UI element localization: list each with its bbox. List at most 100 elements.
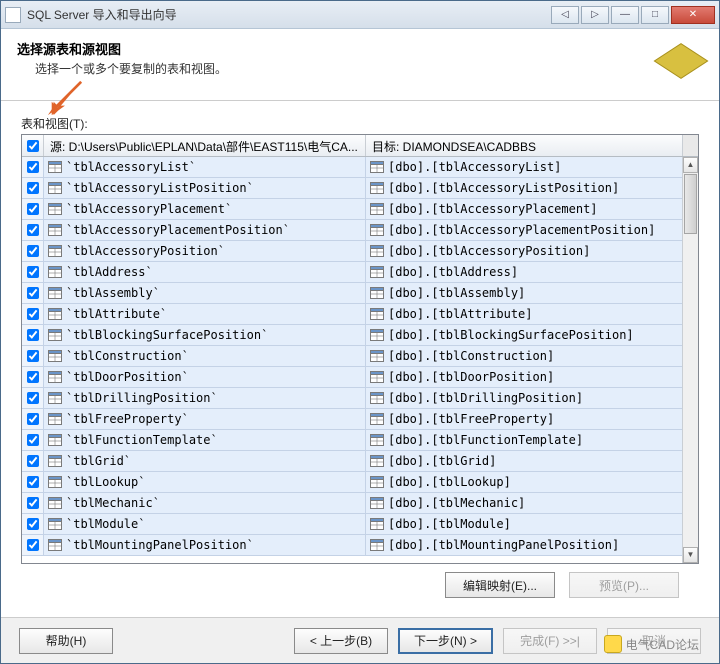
scroll-up-icon[interactable]: ▲ [683, 157, 698, 173]
target-cell[interactable]: [dbo].[tblFreeProperty] [366, 409, 682, 429]
page-subtitle: 选择一个或多个要复制的表和视图。 [35, 60, 659, 77]
table-row[interactable]: `tblAccessoryPlacement` [dbo].[tblAccesso… [22, 199, 682, 220]
minimize-button[interactable]: — [611, 6, 639, 24]
table-row[interactable]: `tblGrid` [dbo].[tblGrid] [22, 451, 682, 472]
row-checkbox[interactable] [22, 220, 44, 240]
source-table-name: `tblDoorPosition` [66, 370, 189, 384]
table-row[interactable]: `tblModule`[dbo].[tblModule] [22, 514, 682, 535]
table-row[interactable]: `tblAccessoryPlacementPosition` [dbo].[tb… [22, 220, 682, 241]
row-checkbox[interactable] [22, 262, 44, 282]
close-button[interactable]: ✕ [671, 6, 715, 24]
table-row[interactable]: `tblConstruction` [dbo].[tblConstruction] [22, 346, 682, 367]
target-table-name: [dbo].[tblConstruction] [388, 349, 554, 363]
source-table-name: `tblAccessoryPlacementPosition` [66, 223, 290, 237]
row-checkbox[interactable] [22, 325, 44, 345]
row-checkbox[interactable] [22, 283, 44, 303]
section-label: 表和视图(T): [21, 115, 699, 132]
source-table-name: `tblMountingPanelPosition` [66, 538, 254, 552]
table-row[interactable]: `tblMountingPanelPosition` [dbo].[tblMoun… [22, 535, 682, 556]
target-table-name: [dbo].[tblAccessoryPlacementPosition] [388, 223, 655, 237]
table-row[interactable]: `tblFunctionTemplate`[dbo].[tblFunctionT… [22, 430, 682, 451]
target-table-name: [dbo].[tblAttribute] [388, 307, 533, 321]
target-cell[interactable]: [dbo].[tblDoorPosition] [366, 367, 682, 387]
target-cell[interactable]: [dbo].[tblGrid] [366, 451, 682, 471]
source-table-name: `tblAssembly` [66, 286, 160, 300]
target-cell[interactable]: [dbo].[tblDrillingPosition] [366, 388, 682, 408]
table-row[interactable]: `tblDoorPosition` [dbo].[tblDoorPosition] [22, 367, 682, 388]
row-checkbox[interactable] [22, 241, 44, 261]
source-table-name: `tblAddress` [66, 265, 153, 279]
source-table-name: `tblLookup` [66, 475, 145, 489]
row-checkbox[interactable] [22, 157, 44, 177]
table-row[interactable]: `tblAccessoryListPosition`[dbo].[tblAcce… [22, 178, 682, 199]
row-checkbox[interactable] [22, 346, 44, 366]
page-title: 选择源表和源视图 [17, 39, 659, 58]
table-row[interactable]: `tblAccessoryPosition` [dbo].[tblAccessor… [22, 241, 682, 262]
source-table-name: `tblFreeProperty` [66, 412, 189, 426]
table-row[interactable]: `tblAddress` [dbo].[tblAddress] [22, 262, 682, 283]
select-all-checkbox[interactable] [22, 135, 44, 156]
table-row[interactable]: `tblFreeProperty` [dbo].[tblFreeProperty] [22, 409, 682, 430]
vertical-scrollbar[interactable]: ▲ ▼ [682, 157, 698, 563]
source-table-name: `tblAccessoryPosition` [66, 244, 225, 258]
edit-mapping-button[interactable]: 编辑映射(E)... [445, 572, 555, 598]
source-table-name: `tblAttribute` [66, 307, 167, 321]
nav-fwd-icon[interactable]: ▷ [581, 6, 609, 24]
scroll-down-icon[interactable]: ▼ [683, 547, 698, 563]
target-cell[interactable]: [dbo].[tblBlockingSurfacePosition] [366, 325, 682, 345]
row-checkbox[interactable] [22, 472, 44, 492]
table-row[interactable]: `tblBlockingSurfacePosition`[dbo].[tblBl… [22, 325, 682, 346]
source-cell: `tblMechanic` [44, 493, 366, 513]
target-cell[interactable]: [dbo].[tblAccessoryPlacementPosition] [366, 220, 682, 240]
target-cell[interactable]: [dbo].[tblAccessoryList] [366, 157, 682, 177]
table-row[interactable]: `tblLookup` [dbo].[tblLookup] [22, 472, 682, 493]
target-cell[interactable]: [dbo].[tblAssembly] [366, 283, 682, 303]
help-button[interactable]: 帮助(H) [19, 628, 113, 654]
row-checkbox[interactable] [22, 367, 44, 387]
target-cell[interactable]: [dbo].[tblFunctionTemplate] [366, 430, 682, 450]
target-table-name: [dbo].[tblMountingPanelPosition] [388, 538, 619, 552]
target-table-name: [dbo].[tblLookup] [388, 475, 511, 489]
row-checkbox[interactable] [22, 535, 44, 555]
table-row[interactable]: `tblAttribute` [dbo].[tblAttribute] [22, 304, 682, 325]
target-cell[interactable]: [dbo].[tblAccessoryListPosition] [366, 178, 682, 198]
row-checkbox[interactable] [22, 514, 44, 534]
row-checkbox[interactable] [22, 388, 44, 408]
scroll-thumb[interactable] [684, 174, 697, 234]
row-checkbox[interactable] [22, 304, 44, 324]
row-checkbox[interactable] [22, 493, 44, 513]
source-cell: `tblConstruction` [44, 346, 366, 366]
source-cell: `tblAddress` [44, 262, 366, 282]
nav-back-icon[interactable]: ◁ [551, 6, 579, 24]
target-cell[interactable]: [dbo].[tblAddress] [366, 262, 682, 282]
back-button[interactable]: < 上一步(B) [294, 628, 388, 654]
target-cell[interactable]: [dbo].[tblAccessoryPlacement] [366, 199, 682, 219]
target-column-header[interactable]: 目标: DIAMONDSEA\CADBBS [366, 135, 682, 156]
row-checkbox[interactable] [22, 451, 44, 471]
target-cell[interactable]: [dbo].[tblModule] [366, 514, 682, 534]
target-cell[interactable]: [dbo].[tblLookup] [366, 472, 682, 492]
row-checkbox[interactable] [22, 430, 44, 450]
row-checkbox[interactable] [22, 178, 44, 198]
source-cell: `tblAccessoryPosition` [44, 241, 366, 261]
target-cell[interactable]: [dbo].[tblAccessoryPosition] [366, 241, 682, 261]
source-column-header[interactable]: 源: D:\Users\Public\EPLAN\Data\部件\EAST115… [44, 135, 366, 156]
row-checkbox[interactable] [22, 199, 44, 219]
source-table-name: `tblGrid` [66, 454, 131, 468]
table-row[interactable]: `tblMechanic`[dbo].[tblMechanic] [22, 493, 682, 514]
row-checkbox[interactable] [22, 409, 44, 429]
maximize-button[interactable]: □ [641, 6, 669, 24]
next-button[interactable]: 下一步(N) > [398, 628, 493, 654]
source-table-name: `tblAccessoryPlacement` [66, 202, 232, 216]
target-cell[interactable]: [dbo].[tblAttribute] [366, 304, 682, 324]
watermark: 电气CAD论坛 [604, 635, 699, 653]
preview-button: 预览(P)... [569, 572, 679, 598]
table-row[interactable]: `tblAssembly` [dbo].[tblAssembly] [22, 283, 682, 304]
table-row[interactable]: `tblDrillingPosition`[dbo].[tblDrillingP… [22, 388, 682, 409]
table-row[interactable]: `tblAccessoryList` [dbo].[tblAccessoryLis… [22, 157, 682, 178]
source-table-name: `tblAccessoryList` [66, 160, 196, 174]
target-cell[interactable]: [dbo].[tblConstruction] [366, 346, 682, 366]
target-cell[interactable]: [dbo].[tblMountingPanelPosition] [366, 535, 682, 555]
source-cell: `tblAccessoryListPosition` [44, 178, 366, 198]
target-cell[interactable]: [dbo].[tblMechanic] [366, 493, 682, 513]
